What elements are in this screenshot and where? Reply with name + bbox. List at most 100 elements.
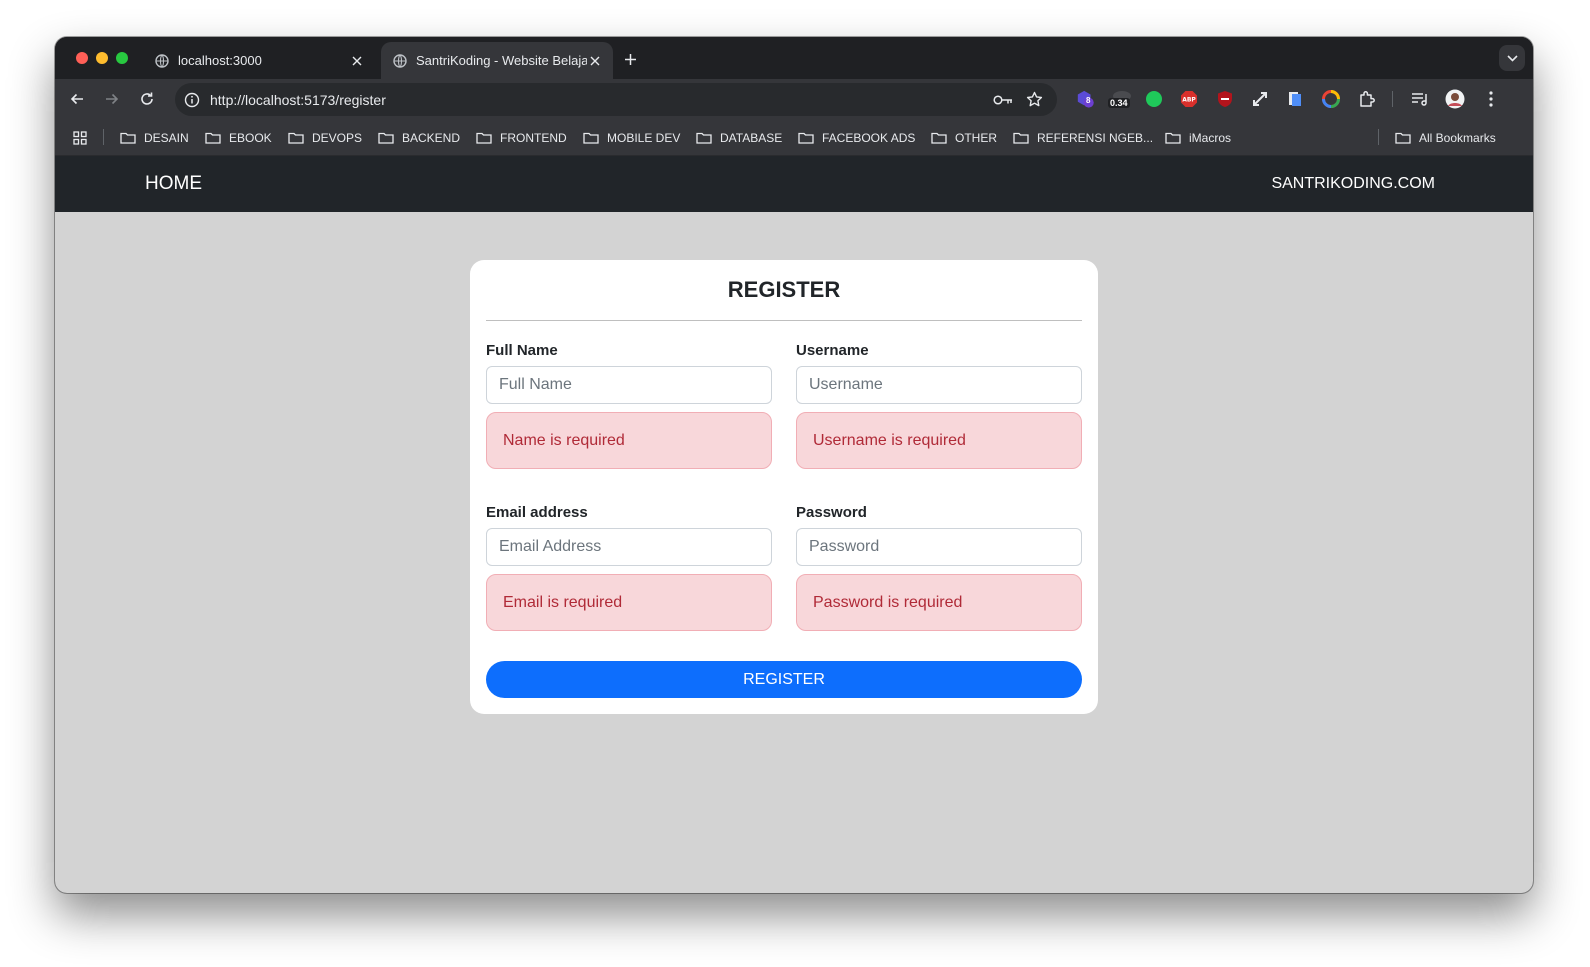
bookmarks-divider bbox=[1378, 129, 1379, 145]
bookmark-folder-ebook[interactable]: EBOOK bbox=[205, 129, 272, 146]
bookmark-label: DEVOPS bbox=[312, 130, 363, 145]
bookmark-folder-database[interactable]: DATABASE bbox=[696, 129, 782, 146]
email-group: Email address Email is required bbox=[486, 504, 772, 631]
site-info-icon[interactable] bbox=[183, 91, 201, 109]
bookmark-label: All Bookmarks bbox=[1419, 130, 1496, 145]
expand-arrows-icon[interactable] bbox=[1250, 89, 1270, 109]
email-input[interactable] bbox=[486, 528, 772, 566]
bookmark-label: FRONTEND bbox=[500, 130, 567, 145]
site-navbar: HOME SANTRIKODING.COM bbox=[55, 156, 1533, 212]
file-extension-icon[interactable] bbox=[1285, 89, 1305, 109]
bookmark-folder-facebook-ads[interactable]: FACEBOOK ADS bbox=[798, 129, 915, 146]
back-arrow-icon[interactable] bbox=[68, 90, 86, 108]
color-picker-icon[interactable] bbox=[1321, 89, 1341, 109]
bookmark-folder-backend[interactable]: BACKEND bbox=[378, 129, 460, 146]
bookmark-star-icon[interactable] bbox=[1025, 90, 1043, 108]
bookmark-folder-imacros[interactable]: iMacros bbox=[1165, 129, 1231, 146]
globe-icon bbox=[393, 53, 407, 68]
bookmark-label: OTHER bbox=[955, 130, 997, 145]
password-group: Password Password is required bbox=[796, 504, 1082, 631]
browser-toolbar: http://localhost:5173/register 8 0.34 AB… bbox=[55, 79, 1533, 119]
password-input[interactable] bbox=[796, 528, 1082, 566]
username-input[interactable] bbox=[796, 366, 1082, 404]
bookmark-folder-devops[interactable]: DEVOPS bbox=[288, 129, 362, 146]
email-label: Email address bbox=[486, 504, 588, 521]
folder-icon bbox=[205, 131, 221, 145]
folder-icon bbox=[1395, 131, 1411, 145]
bookmark-label: EBOOK bbox=[229, 130, 272, 145]
tab-santrikoding[interactable]: SantriKoding - Website Belaja bbox=[381, 42, 613, 79]
folder-icon bbox=[798, 131, 814, 145]
folder-icon bbox=[1165, 131, 1181, 145]
bookmark-label: REFERENSI NGEB... bbox=[1037, 130, 1154, 145]
email-error: Email is required bbox=[486, 574, 772, 631]
all-bookmarks-folder[interactable]: All Bookmarks bbox=[1395, 129, 1496, 146]
page-viewport: HOME SANTRIKODING.COM REGISTER Full Name… bbox=[55, 156, 1533, 893]
register-button[interactable]: REGISTER bbox=[486, 661, 1082, 698]
register-card: REGISTER Full Name Name is required User… bbox=[470, 260, 1098, 714]
bookmark-label: FACEBOOK ADS bbox=[822, 130, 916, 145]
close-tab-icon[interactable] bbox=[349, 53, 365, 69]
username-error: Username is required bbox=[796, 412, 1082, 469]
close-window-button[interactable] bbox=[76, 52, 88, 64]
bookmark-label: DESAIN bbox=[144, 130, 189, 145]
tab-title: SantriKoding - Website Belaja bbox=[416, 53, 587, 68]
bookmark-folder-other[interactable]: OTHER bbox=[931, 129, 997, 146]
folder-icon bbox=[1013, 131, 1029, 145]
form-title: REGISTER bbox=[727, 277, 841, 302]
folder-icon bbox=[696, 131, 712, 145]
extension-cloud-icon[interactable]: 0.34 bbox=[1107, 89, 1137, 109]
folder-icon bbox=[120, 131, 136, 145]
extension-value-badge: 0.34 bbox=[1108, 98, 1130, 108]
url-text[interactable]: http://localhost:5173/register bbox=[210, 92, 386, 108]
profile-avatar[interactable] bbox=[1445, 89, 1465, 109]
title-divider bbox=[486, 320, 1082, 321]
username-label: Username bbox=[796, 342, 869, 359]
maximize-window-button[interactable] bbox=[116, 52, 128, 64]
tab-search-button[interactable] bbox=[1499, 45, 1525, 71]
green-circle-extension-icon[interactable] bbox=[1144, 89, 1164, 109]
key-icon[interactable] bbox=[993, 91, 1013, 109]
browser-window: localhost:3000 SantriKoding - Website Be… bbox=[55, 37, 1533, 893]
bookmark-label: DATABASE bbox=[720, 130, 783, 145]
bookmark-label: MOBILE DEV bbox=[607, 130, 681, 145]
tab-strip: localhost:3000 SantriKoding - Website Be… bbox=[55, 37, 1533, 79]
nav-brand-link[interactable]: SANTRIKODING.COM bbox=[1271, 175, 1435, 193]
nav-home-link[interactable]: HOME bbox=[145, 173, 202, 195]
toolbar-divider bbox=[1392, 91, 1393, 107]
puzzle-piece-icon[interactable] bbox=[1357, 89, 1377, 109]
bookmark-folder-frontend[interactable]: FRONTEND bbox=[476, 129, 567, 146]
more-menu-icon[interactable] bbox=[1481, 89, 1501, 109]
new-tab-icon[interactable] bbox=[621, 50, 639, 68]
tab-localhost-3000[interactable]: localhost:3000 bbox=[143, 42, 375, 79]
svg-text:ABP: ABP bbox=[1182, 97, 1196, 104]
full-name-label: Full Name bbox=[486, 342, 558, 359]
adblock-plus-icon[interactable]: ABP bbox=[1179, 89, 1199, 109]
bookmark-folder-desain[interactable]: DESAIN bbox=[120, 129, 189, 146]
minimize-window-button[interactable] bbox=[96, 52, 108, 64]
tab-title: localhost:3000 bbox=[178, 53, 262, 68]
bookmark-label: BACKEND bbox=[402, 130, 461, 145]
shield-block-icon[interactable] bbox=[1215, 89, 1235, 109]
chevron-down-icon bbox=[1506, 49, 1518, 67]
bookmarks-divider bbox=[103, 129, 104, 145]
reload-icon[interactable] bbox=[138, 90, 156, 108]
bookmark-folder-mobile-dev[interactable]: MOBILE DEV bbox=[583, 129, 680, 146]
folder-icon bbox=[931, 131, 947, 145]
full-name-input[interactable] bbox=[486, 366, 772, 404]
forward-arrow-icon[interactable] bbox=[103, 90, 121, 108]
full-name-group: Full Name Name is required bbox=[486, 342, 772, 469]
bookmark-folder-referensi[interactable]: REFERENSI NGEB... bbox=[1013, 129, 1153, 146]
apps-grid-icon[interactable] bbox=[73, 129, 87, 146]
reading-list-icon[interactable] bbox=[1410, 89, 1430, 109]
bookmark-label: iMacros bbox=[1189, 130, 1232, 145]
address-bar[interactable]: http://localhost:5173/register bbox=[175, 83, 1057, 116]
close-tab-icon[interactable] bbox=[587, 53, 603, 69]
password-label: Password bbox=[796, 504, 867, 521]
full-name-error: Name is required bbox=[486, 412, 772, 469]
bookmarks-bar: DESAIN EBOOK DEVOPS BACKEND FRONTEND MOB… bbox=[55, 119, 1533, 156]
globe-icon bbox=[155, 53, 169, 68]
username-group: Username Username is required bbox=[796, 342, 1082, 469]
folder-icon bbox=[476, 131, 492, 145]
extension-hexagon-icon[interactable]: 8 bbox=[1076, 89, 1096, 109]
